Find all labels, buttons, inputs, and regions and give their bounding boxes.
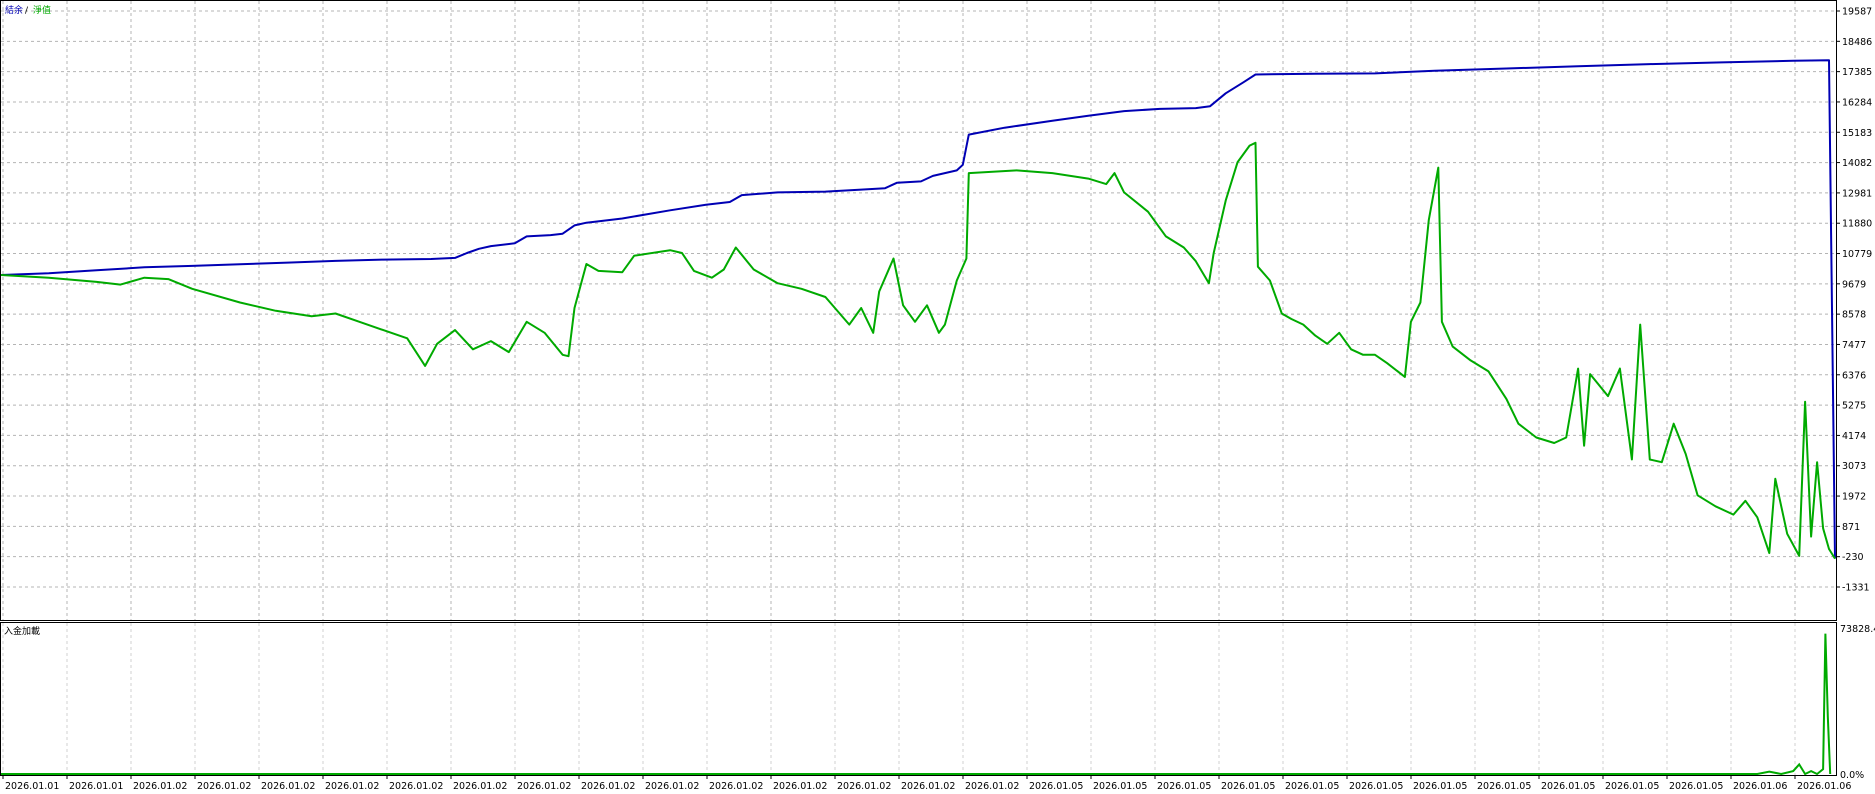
x-tick-label: 2026.01.06: [1733, 781, 1787, 792]
y-tick-label: 1972: [1842, 492, 1866, 503]
x-tick-label: 2026.01.02: [837, 781, 891, 792]
legend-balance-label: 結余: [5, 4, 23, 16]
x-tick-label: 2026.01.01: [5, 781, 59, 792]
x-tick-label: 2026.01.05: [1413, 781, 1467, 792]
x-tick-label: 2026.01.02: [133, 781, 187, 792]
y-tick-label: 8578: [1842, 310, 1866, 321]
lower-panel-label: 入金加載: [4, 625, 40, 637]
x-tick-label: 2026.01.02: [261, 781, 315, 792]
y-tick-label: 4174: [1842, 431, 1866, 442]
y-tick-label: 14082: [1842, 158, 1872, 169]
y-tick-label: 871: [1842, 522, 1860, 533]
equity-chart: 19587 18486 17385 16284 15183 14082 12981 11880…: [0, 0, 1875, 794]
y-tick-label: 19587: [1842, 7, 1872, 18]
x-tick-label: 2026.01.05: [1477, 781, 1531, 792]
x-tick-label: 2026.01.02: [645, 781, 699, 792]
x-tick-label: 2026.01.05: [1349, 781, 1403, 792]
x-tick-label: 2026.01.05: [1221, 781, 1275, 792]
x-tick-label: 2026.01.02: [325, 781, 379, 792]
x-tick-label: 2026.01.02: [965, 781, 1019, 792]
y-tick-label: 6376: [1842, 370, 1866, 381]
y-tick-label: 7477: [1842, 340, 1866, 351]
y-tick-label: 17385: [1842, 67, 1872, 78]
x-tick-label: 2026.01.05: [1029, 781, 1083, 792]
x-tick-label: 2026.01.02: [453, 781, 507, 792]
legend: 結余 / 淨值: [5, 4, 51, 16]
y-tick-label: -1331: [1842, 583, 1870, 594]
y-tick-label: 3073: [1842, 461, 1866, 472]
x-tick-label: 2026.01.06: [1797, 781, 1851, 792]
x-tick-label: 2026.01.05: [1157, 781, 1211, 792]
x-tick-label: 2026.01.02: [581, 781, 635, 792]
x-tick-label: 2026.01.02: [389, 781, 443, 792]
y-tick-label: 11880: [1842, 219, 1872, 230]
x-tick-label: 2026.01.02: [197, 781, 251, 792]
x-tick-label: 2026.01.02: [901, 781, 955, 792]
x-tick-label: 2026.01.01: [69, 781, 123, 792]
lower-panel-max-label: 73828.4: [1840, 624, 1875, 635]
x-tick-label: 2026.01.05: [1669, 781, 1723, 792]
y-tick-label: 16284: [1842, 97, 1872, 108]
y-tick-label: -230: [1842, 552, 1864, 563]
x-tick-label: 2026.01.02: [773, 781, 827, 792]
y-tick-label: 18486: [1842, 37, 1872, 48]
x-tick-label: 2026.01.05: [1093, 781, 1147, 792]
x-tick-label: 2026.01.02: [517, 781, 571, 792]
y-tick-label: 15183: [1842, 128, 1872, 139]
x-tick-label: 2026.01.02: [709, 781, 763, 792]
y-tick-label: 12981: [1842, 188, 1872, 199]
y-tick-label: 5275: [1842, 401, 1866, 412]
legend-equity-label: 淨值: [33, 4, 51, 16]
chart-background: [0, 0, 1875, 794]
x-tick-label: 2026.01.05: [1605, 781, 1659, 792]
lower-panel-min-label: 0.0%: [1840, 770, 1864, 781]
y-tick-label: 9679: [1842, 279, 1866, 290]
x-tick-label: 2026.01.05: [1285, 781, 1339, 792]
x-tick-label: 2026.01.05: [1541, 781, 1595, 792]
y-tick-label: 10779: [1842, 249, 1872, 260]
